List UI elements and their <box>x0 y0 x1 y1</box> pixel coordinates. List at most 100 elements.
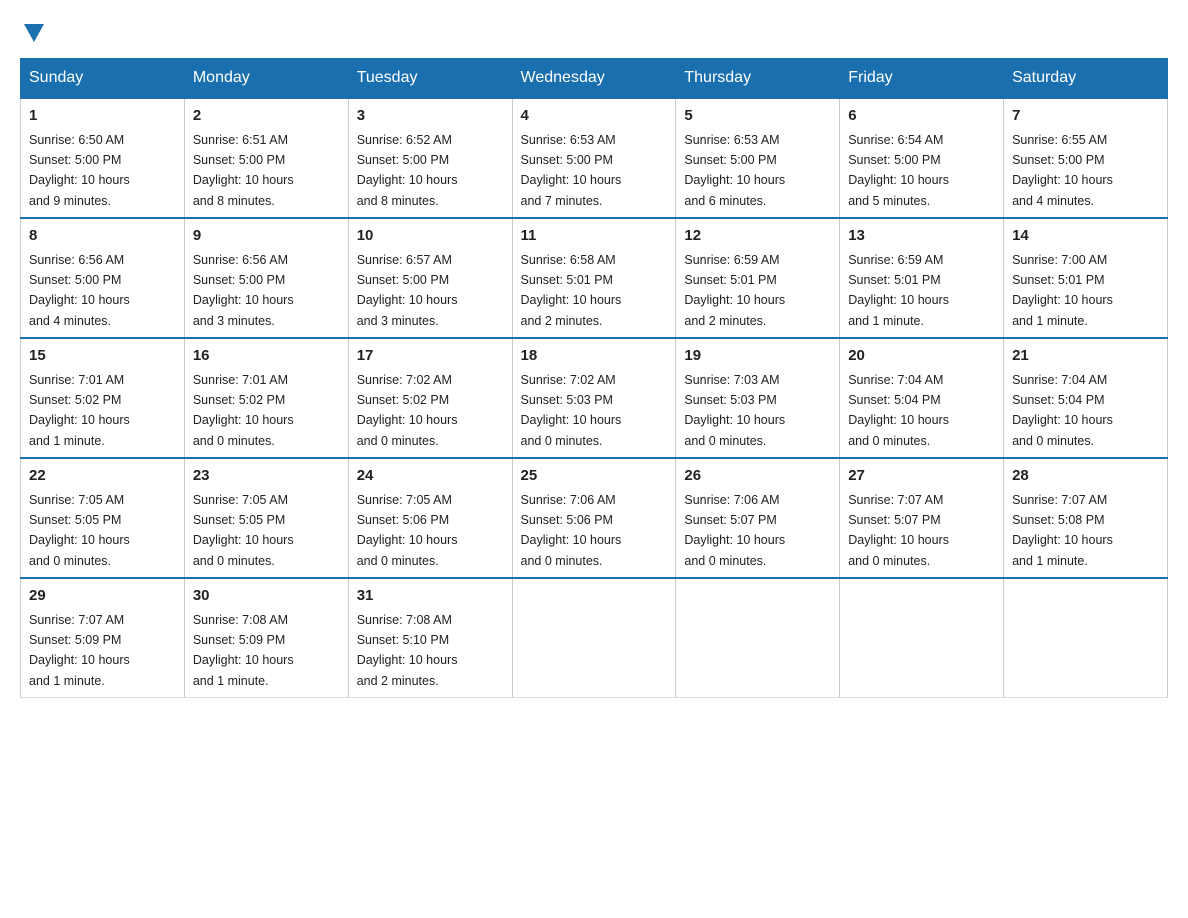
page-header <box>20 20 1168 42</box>
calendar-cell: 6 Sunrise: 6:54 AMSunset: 5:00 PMDayligh… <box>840 98 1004 218</box>
day-number: 22 <box>29 465 176 488</box>
day-info: Sunrise: 6:55 AMSunset: 5:00 PMDaylight:… <box>1012 133 1113 208</box>
calendar-cell: 13 Sunrise: 6:59 AMSunset: 5:01 PMDaylig… <box>840 218 1004 338</box>
day-info: Sunrise: 6:56 AMSunset: 5:00 PMDaylight:… <box>29 253 130 328</box>
calendar-header-saturday: Saturday <box>1004 59 1168 99</box>
day-number: 27 <box>848 465 995 488</box>
calendar-cell: 15 Sunrise: 7:01 AMSunset: 5:02 PMDaylig… <box>21 338 185 458</box>
day-info: Sunrise: 6:51 AMSunset: 5:00 PMDaylight:… <box>193 133 294 208</box>
day-number: 5 <box>684 105 831 128</box>
day-number: 4 <box>521 105 668 128</box>
calendar-header-tuesday: Tuesday <box>348 59 512 99</box>
calendar-week-row: 15 Sunrise: 7:01 AMSunset: 5:02 PMDaylig… <box>21 338 1168 458</box>
calendar-cell: 2 Sunrise: 6:51 AMSunset: 5:00 PMDayligh… <box>184 98 348 218</box>
calendar-cell <box>1004 578 1168 698</box>
calendar-cell: 17 Sunrise: 7:02 AMSunset: 5:02 PMDaylig… <box>348 338 512 458</box>
day-number: 8 <box>29 225 176 248</box>
day-info: Sunrise: 7:08 AMSunset: 5:10 PMDaylight:… <box>357 613 458 688</box>
calendar-cell: 21 Sunrise: 7:04 AMSunset: 5:04 PMDaylig… <box>1004 338 1168 458</box>
calendar-cell: 29 Sunrise: 7:07 AMSunset: 5:09 PMDaylig… <box>21 578 185 698</box>
day-number: 9 <box>193 225 340 248</box>
calendar-cell: 5 Sunrise: 6:53 AMSunset: 5:00 PMDayligh… <box>676 98 840 218</box>
day-number: 15 <box>29 345 176 368</box>
calendar-cell: 30 Sunrise: 7:08 AMSunset: 5:09 PMDaylig… <box>184 578 348 698</box>
day-info: Sunrise: 7:02 AMSunset: 5:02 PMDaylight:… <box>357 373 458 448</box>
day-info: Sunrise: 7:07 AMSunset: 5:09 PMDaylight:… <box>29 613 130 688</box>
day-info: Sunrise: 7:07 AMSunset: 5:08 PMDaylight:… <box>1012 493 1113 568</box>
day-info: Sunrise: 7:04 AMSunset: 5:04 PMDaylight:… <box>1012 373 1113 448</box>
calendar-week-row: 22 Sunrise: 7:05 AMSunset: 5:05 PMDaylig… <box>21 458 1168 578</box>
day-info: Sunrise: 7:05 AMSunset: 5:05 PMDaylight:… <box>29 493 130 568</box>
day-info: Sunrise: 7:05 AMSunset: 5:05 PMDaylight:… <box>193 493 294 568</box>
day-number: 10 <box>357 225 504 248</box>
day-info: Sunrise: 6:59 AMSunset: 5:01 PMDaylight:… <box>684 253 785 328</box>
day-number: 28 <box>1012 465 1159 488</box>
day-info: Sunrise: 6:56 AMSunset: 5:00 PMDaylight:… <box>193 253 294 328</box>
calendar-cell: 9 Sunrise: 6:56 AMSunset: 5:00 PMDayligh… <box>184 218 348 338</box>
calendar-header-thursday: Thursday <box>676 59 840 99</box>
calendar-cell: 24 Sunrise: 7:05 AMSunset: 5:06 PMDaylig… <box>348 458 512 578</box>
logo <box>20 20 44 42</box>
day-number: 13 <box>848 225 995 248</box>
calendar-cell: 27 Sunrise: 7:07 AMSunset: 5:07 PMDaylig… <box>840 458 1004 578</box>
day-info: Sunrise: 7:03 AMSunset: 5:03 PMDaylight:… <box>684 373 785 448</box>
calendar-cell: 26 Sunrise: 7:06 AMSunset: 5:07 PMDaylig… <box>676 458 840 578</box>
calendar-header-friday: Friday <box>840 59 1004 99</box>
day-number: 26 <box>684 465 831 488</box>
calendar-cell: 25 Sunrise: 7:06 AMSunset: 5:06 PMDaylig… <box>512 458 676 578</box>
calendar-cell: 18 Sunrise: 7:02 AMSunset: 5:03 PMDaylig… <box>512 338 676 458</box>
calendar-week-row: 1 Sunrise: 6:50 AMSunset: 5:00 PMDayligh… <box>21 98 1168 218</box>
day-number: 20 <box>848 345 995 368</box>
day-info: Sunrise: 7:08 AMSunset: 5:09 PMDaylight:… <box>193 613 294 688</box>
day-info: Sunrise: 7:06 AMSunset: 5:07 PMDaylight:… <box>684 493 785 568</box>
day-number: 19 <box>684 345 831 368</box>
calendar-cell <box>512 578 676 698</box>
day-info: Sunrise: 6:58 AMSunset: 5:01 PMDaylight:… <box>521 253 622 328</box>
calendar-header-sunday: Sunday <box>21 59 185 99</box>
day-number: 29 <box>29 585 176 608</box>
day-number: 12 <box>684 225 831 248</box>
day-number: 23 <box>193 465 340 488</box>
calendar-cell: 11 Sunrise: 6:58 AMSunset: 5:01 PMDaylig… <box>512 218 676 338</box>
day-number: 2 <box>193 105 340 128</box>
calendar-cell: 10 Sunrise: 6:57 AMSunset: 5:00 PMDaylig… <box>348 218 512 338</box>
day-info: Sunrise: 7:01 AMSunset: 5:02 PMDaylight:… <box>29 373 130 448</box>
calendar-cell: 3 Sunrise: 6:52 AMSunset: 5:00 PMDayligh… <box>348 98 512 218</box>
day-number: 14 <box>1012 225 1159 248</box>
day-info: Sunrise: 6:53 AMSunset: 5:00 PMDaylight:… <box>684 133 785 208</box>
calendar-cell: 28 Sunrise: 7:07 AMSunset: 5:08 PMDaylig… <box>1004 458 1168 578</box>
day-info: Sunrise: 7:02 AMSunset: 5:03 PMDaylight:… <box>521 373 622 448</box>
day-number: 30 <box>193 585 340 608</box>
calendar-cell: 8 Sunrise: 6:56 AMSunset: 5:00 PMDayligh… <box>21 218 185 338</box>
calendar-header-row: SundayMondayTuesdayWednesdayThursdayFrid… <box>21 59 1168 99</box>
calendar-cell <box>676 578 840 698</box>
day-number: 25 <box>521 465 668 488</box>
day-number: 17 <box>357 345 504 368</box>
calendar-header-monday: Monday <box>184 59 348 99</box>
day-number: 31 <box>357 585 504 608</box>
day-info: Sunrise: 6:54 AMSunset: 5:00 PMDaylight:… <box>848 133 949 208</box>
calendar-cell <box>840 578 1004 698</box>
day-info: Sunrise: 6:57 AMSunset: 5:00 PMDaylight:… <box>357 253 458 328</box>
day-info: Sunrise: 6:52 AMSunset: 5:00 PMDaylight:… <box>357 133 458 208</box>
day-number: 1 <box>29 105 176 128</box>
day-number: 16 <box>193 345 340 368</box>
calendar-cell: 22 Sunrise: 7:05 AMSunset: 5:05 PMDaylig… <box>21 458 185 578</box>
day-number: 6 <box>848 105 995 128</box>
calendar-cell: 16 Sunrise: 7:01 AMSunset: 5:02 PMDaylig… <box>184 338 348 458</box>
day-number: 18 <box>521 345 668 368</box>
calendar-cell: 1 Sunrise: 6:50 AMSunset: 5:00 PMDayligh… <box>21 98 185 218</box>
day-info: Sunrise: 7:05 AMSunset: 5:06 PMDaylight:… <box>357 493 458 568</box>
calendar-cell: 4 Sunrise: 6:53 AMSunset: 5:00 PMDayligh… <box>512 98 676 218</box>
day-number: 21 <box>1012 345 1159 368</box>
calendar-cell: 7 Sunrise: 6:55 AMSunset: 5:00 PMDayligh… <box>1004 98 1168 218</box>
day-number: 24 <box>357 465 504 488</box>
day-number: 11 <box>521 225 668 248</box>
calendar-cell: 31 Sunrise: 7:08 AMSunset: 5:10 PMDaylig… <box>348 578 512 698</box>
day-number: 3 <box>357 105 504 128</box>
calendar-cell: 12 Sunrise: 6:59 AMSunset: 5:01 PMDaylig… <box>676 218 840 338</box>
day-info: Sunrise: 7:06 AMSunset: 5:06 PMDaylight:… <box>521 493 622 568</box>
calendar-cell: 14 Sunrise: 7:00 AMSunset: 5:01 PMDaylig… <box>1004 218 1168 338</box>
calendar-header-wednesday: Wednesday <box>512 59 676 99</box>
day-info: Sunrise: 6:50 AMSunset: 5:00 PMDaylight:… <box>29 133 130 208</box>
